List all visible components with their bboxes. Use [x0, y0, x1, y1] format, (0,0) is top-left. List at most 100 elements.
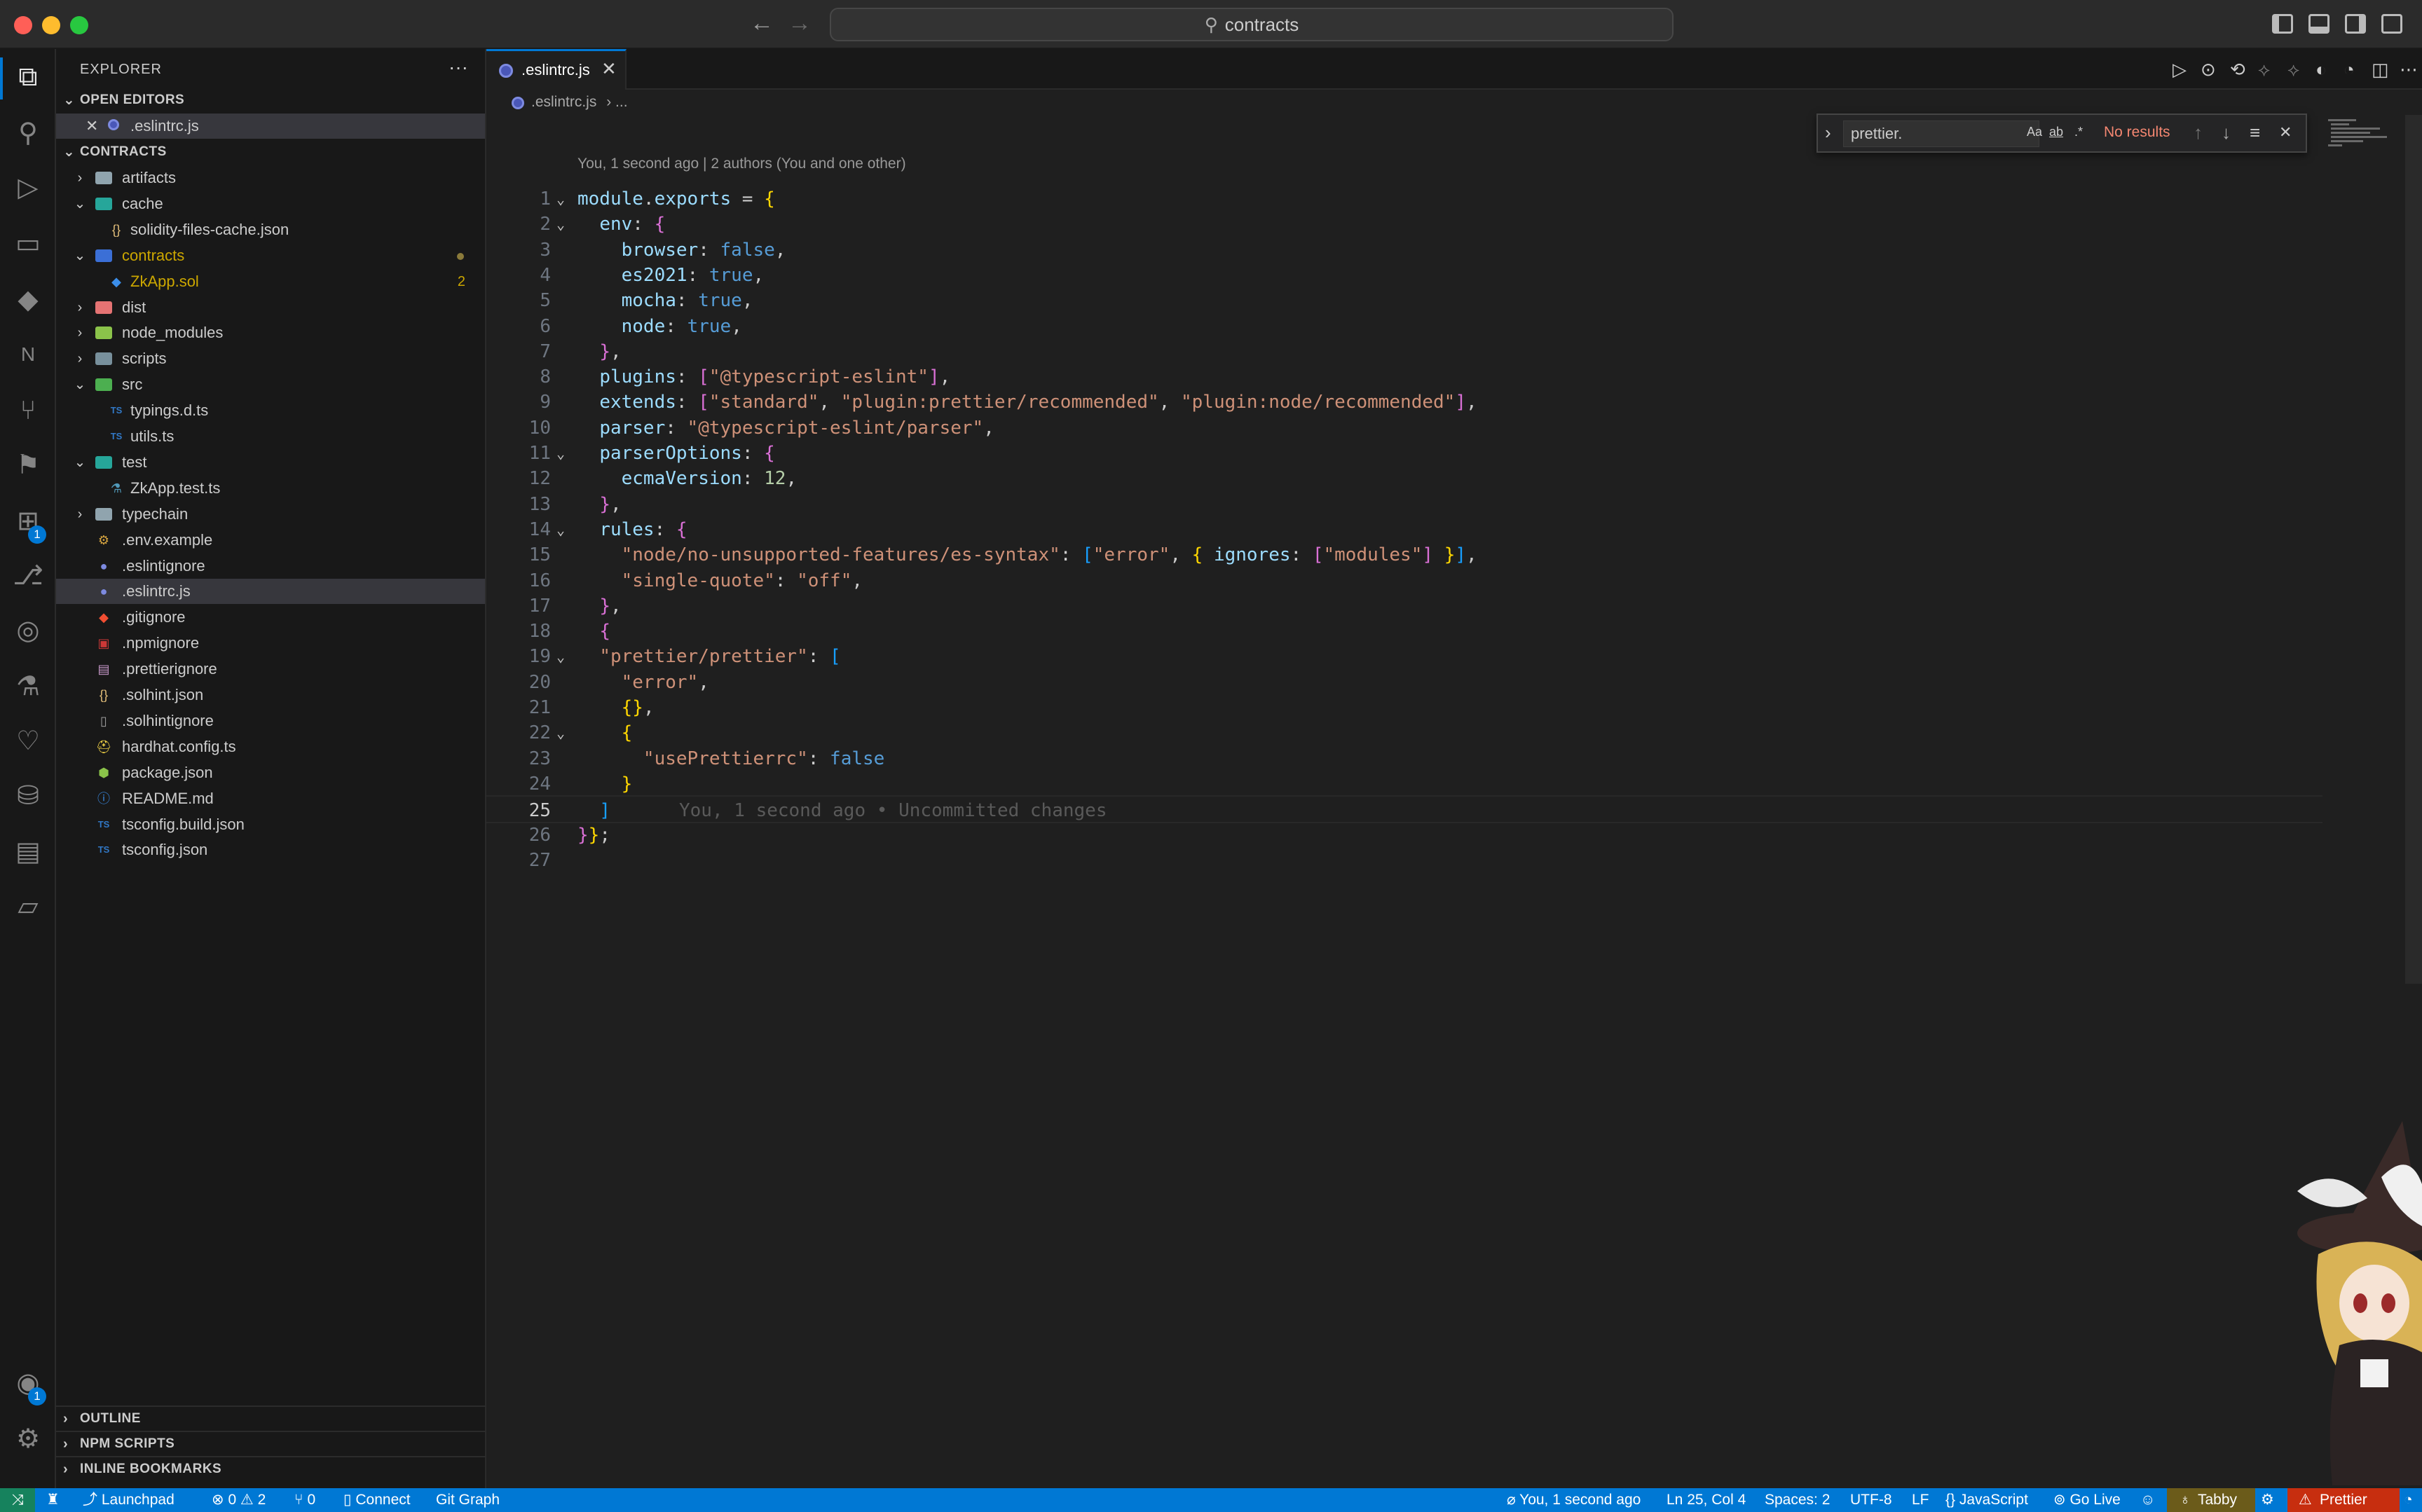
fold-chevron-icon[interactable]: ⌄: [556, 210, 565, 238]
inline-bookmarks-section-header[interactable]: › INLINE BOOKMARKS: [56, 1456, 485, 1481]
close-icon[interactable]: ✕: [601, 58, 617, 80]
folder-icon[interactable]: ▱: [13, 891, 43, 922]
git-graph-icon[interactable]: ⎇: [13, 561, 43, 591]
close-icon[interactable]: ✕: [85, 114, 98, 139]
tree-item[interactable]: ● .eslintrc.js: [56, 579, 485, 605]
prettier-item[interactable]: ⚠ Prettier: [2287, 1488, 2400, 1512]
search-references-icon[interactable]: ⊙: [2201, 59, 2216, 81]
fold-chevron-icon[interactable]: ⌄: [556, 185, 565, 213]
next-match-icon[interactable]: ↓: [2222, 122, 2231, 144]
code-line[interactable]: 26}};: [486, 821, 2322, 849]
tabby-item[interactable]: ♁ Tabby: [2167, 1488, 2255, 1512]
settings-gear-icon[interactable]: ⚙: [13, 1424, 43, 1455]
open-editor-item[interactable]: ✕ .eslintrc.js: [56, 114, 485, 139]
more-actions-icon[interactable]: ⋯: [2400, 59, 2418, 81]
code-line[interactable]: 2 ⌄ env: {: [486, 210, 2322, 238]
tree-item[interactable]: ⓘ README.md: [56, 786, 485, 811]
notifications-icon[interactable]: ◔: [2404, 1488, 2413, 1512]
next-change-icon[interactable]: ⟡: [2287, 59, 2299, 81]
code-line[interactable]: 13 },: [486, 490, 2322, 518]
code-line[interactable]: 1 ⌄ module.exports = {: [486, 185, 2322, 213]
code-line[interactable]: 3 browser: false,: [486, 236, 2322, 264]
settings-sync-icon[interactable]: ⚙: [2261, 1488, 2274, 1512]
fold-chevron-icon[interactable]: ⌄: [556, 642, 565, 671]
breadcrumb-separator[interactable]: › ...: [606, 94, 627, 110]
minimap[interactable]: [2325, 115, 2395, 157]
close-find-icon[interactable]: ✕: [2279, 123, 2292, 142]
language-mode[interactable]: {} JavaScript: [1945, 1488, 2028, 1512]
code-line[interactable]: 15 "node/no-unsupported-features/es-synt…: [486, 541, 2322, 569]
code-line[interactable]: 5 mocha: true,: [486, 287, 2322, 315]
find-input[interactable]: prettier.: [1843, 121, 2039, 147]
previous-match-icon[interactable]: ↑: [2194, 122, 2203, 144]
code-editor[interactable]: You, 1 second ago | 2 authors (You and o…: [486, 115, 2422, 1488]
run-icon[interactable]: ▷: [2173, 59, 2187, 81]
fold-chevron-icon[interactable]: ⌄: [556, 719, 565, 747]
code-line[interactable]: 25 ] You, 1 second ago • Uncommitted chan…: [486, 795, 2322, 824]
tree-item[interactable]: ⚗ ZkApp.test.ts: [56, 476, 485, 501]
tree-item[interactable]: TS tsconfig.json: [56, 837, 485, 862]
contracts-folder-header[interactable]: ⌄ CONTRACTS: [56, 140, 485, 164]
tree-item[interactable]: ⌄ test: [56, 450, 485, 475]
match-case-option[interactable]: Aa: [2027, 125, 2042, 139]
search-icon[interactable]: ⚲: [13, 118, 43, 149]
code-line[interactable]: 9 extends: ["standard", "plugin:prettier…: [486, 388, 2322, 416]
indentation[interactable]: Spaces: 2: [1765, 1488, 1830, 1512]
gitlens-icon[interactable]: ◐: [2315, 59, 2327, 81]
split-editor-icon[interactable]: ◫: [2372, 59, 2389, 81]
tree-item[interactable]: {} solidity-files-cache.json: [56, 217, 485, 242]
code-line[interactable]: 20 "error",: [486, 668, 2322, 696]
find-in-selection-icon[interactable]: ≡: [2250, 122, 2260, 144]
source-control-icon[interactable]: ⑂: [13, 395, 43, 426]
copilot-icon[interactable]: ☺: [2140, 1488, 2155, 1512]
code-line[interactable]: 21 {},: [486, 694, 2322, 722]
npm-scripts-section-header[interactable]: › NPM SCRIPTS: [56, 1431, 485, 1456]
chat-icon[interactable]: ▤: [13, 837, 43, 867]
tree-item[interactable]: TS typings.d.ts: [56, 398, 485, 423]
back-arrow-icon[interactable]: ←: [750, 10, 774, 37]
close-window-button[interactable]: [14, 16, 32, 34]
minimize-window-button[interactable]: [42, 16, 60, 34]
tree-item[interactable]: ⛑ hardhat.config.ts: [56, 734, 485, 760]
tree-item[interactable]: ⌄ contracts: [56, 243, 485, 268]
toggle-secondary-sidebar-icon[interactable]: [2345, 14, 2366, 34]
connect-item[interactable]: ▯ Connect: [343, 1488, 411, 1512]
code-line[interactable]: 24 }: [486, 770, 2322, 798]
tab-eslintrc[interactable]: .eslintrc.js ✕: [486, 49, 627, 90]
tree-item[interactable]: ◆ ZkApp.sol 2: [56, 269, 485, 294]
tree-item[interactable]: TS utils.ts: [56, 424, 485, 449]
tree-item[interactable]: TS tsconfig.build.json: [56, 812, 485, 837]
nx-icon[interactable]: N: [13, 339, 43, 370]
end-of-line[interactable]: LF: [1912, 1488, 1929, 1512]
git-graph-item[interactable]: Git Graph: [436, 1488, 500, 1512]
heart-icon[interactable]: ♡: [13, 726, 43, 757]
accounts-status-icon[interactable]: ♜: [46, 1488, 60, 1512]
match-whole-word-option[interactable]: ab: [2049, 125, 2063, 139]
tree-item[interactable]: ● .eslintignore: [56, 554, 485, 579]
toggle-panel-icon[interactable]: [2308, 14, 2329, 34]
code-line[interactable]: 4 es2021: true,: [486, 261, 2322, 289]
tree-item[interactable]: › dist: [56, 295, 485, 320]
code-line[interactable]: 18 {: [486, 617, 2322, 645]
testing-icon[interactable]: ⚗: [13, 671, 43, 702]
encoding[interactable]: UTF-8: [1850, 1488, 1892, 1512]
bookmarks-icon[interactable]: ⚑: [13, 450, 43, 481]
problems-item[interactable]: ⊗ 0 ⚠ 2: [212, 1488, 266, 1512]
code-line[interactable]: 8 plugins: ["@typescript-eslint"],: [486, 363, 2322, 391]
remote-indicator[interactable]: ⤨: [0, 1488, 35, 1512]
breadcrumb-file[interactable]: .eslintrc.js: [531, 94, 596, 110]
tree-item[interactable]: ⚙ .env.example: [56, 528, 485, 553]
code-line[interactable]: 27: [486, 846, 2322, 874]
tree-item[interactable]: ▯ .solhintignore: [56, 708, 485, 734]
tree-item[interactable]: ◆ .gitignore: [56, 605, 485, 630]
toggle-replace-chevron-icon[interactable]: ›: [1825, 122, 1831, 144]
tree-item[interactable]: › node_modules: [56, 320, 485, 345]
command-center-search[interactable]: ⚲ contracts: [830, 8, 1674, 41]
code-line[interactable]: 22 ⌄ {: [486, 719, 2322, 747]
timeline-icon[interactable]: ◔: [2344, 59, 2355, 81]
more-actions-icon[interactable]: ···: [449, 56, 468, 78]
code-line[interactable]: 7 },: [486, 338, 2322, 366]
blame-status-item[interactable]: ⌀ You, 1 second ago: [1507, 1488, 1641, 1512]
run-debug-icon[interactable]: ▷: [13, 172, 43, 203]
tree-item[interactable]: ⌄ src: [56, 372, 485, 397]
